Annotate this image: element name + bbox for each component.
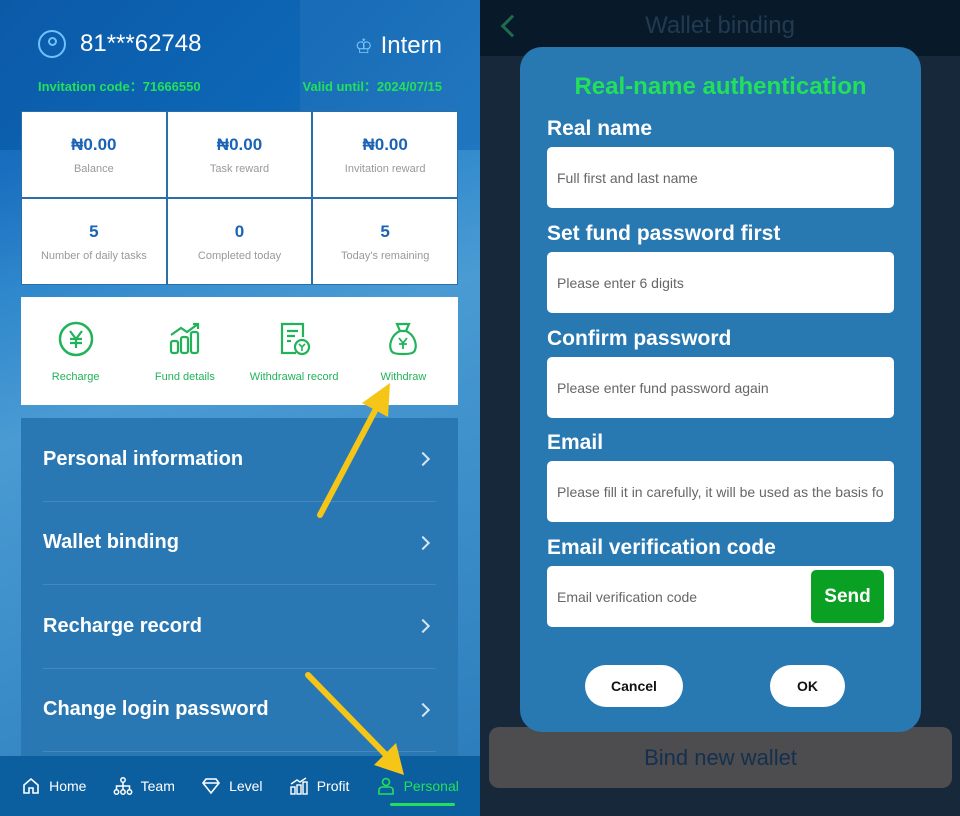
chevron-right-icon (415, 619, 431, 634)
quick-actions: Recharge Fund details Withdrawal record … (21, 297, 458, 405)
email-code-field: Email verification code Email verificati… (547, 536, 894, 627)
crown-icon: ♔ (354, 35, 373, 58)
menu-item-label: Recharge record (43, 614, 202, 637)
stat-label: Today's remaining (341, 249, 430, 262)
personal-screen: 81***62748 ♔ Intern Invitation code：7166… (0, 0, 480, 816)
active-tab-indicator (389, 803, 455, 806)
real-name-field: Real name Full first and last name (547, 117, 894, 208)
stat-daily-tasks: 5 Number of daily tasks (22, 199, 166, 284)
confirm-password-field: Confirm password Please enter fund passw… (547, 327, 894, 418)
person-icon (377, 777, 394, 795)
tab-label: Profit (316, 778, 350, 794)
wallet-binding-screen: Wallet binding Bind new wallet Real-name… (480, 0, 960, 816)
menu-item-personal-information[interactable]: Personal information (43, 418, 436, 502)
level-badge: ♔ Intern (355, 32, 442, 60)
menu-item-label: Change login password (43, 698, 269, 721)
chevron-right-icon (415, 702, 431, 717)
bind-new-wallet-button[interactable]: Bind new wallet (489, 727, 952, 788)
stat-label: Balance (73, 162, 114, 175)
stat-balance: ₦0.00 Balance (22, 112, 166, 197)
email-field: Email Please fill it in carefully, it wi… (547, 431, 894, 522)
user-id: 81***62748 (80, 30, 202, 57)
stat-label: Invitation reward (344, 162, 426, 175)
valid-until: Valid until：2024/07/15 (302, 79, 442, 94)
email-code-input[interactable]: Email verification code (557, 589, 697, 605)
level-name: Intern (380, 32, 442, 59)
field-label: Real name (547, 117, 653, 140)
stat-value: ₦0.00 (216, 134, 263, 154)
real-name-auth-dialog: Real-name authentication Real name Full … (520, 47, 921, 732)
document-yen-icon (281, 322, 311, 356)
menu-item-wallet-binding[interactable]: Wallet binding (43, 502, 436, 585)
field-label: Set fund password first (547, 222, 781, 245)
fund-password-field: Set fund password first Please enter 6 d… (547, 222, 894, 313)
stat-label: Completed today (197, 249, 282, 262)
stat-label: Number of daily tasks (40, 249, 147, 262)
stat-invitation-reward: ₦0.00 Invitation reward (313, 112, 457, 197)
email-code-input-wrapper: Email verification code Send (547, 566, 894, 627)
tab-label: Team (140, 778, 175, 794)
tab-label: Personal (403, 778, 459, 794)
team-icon (113, 777, 133, 795)
tab-label: Home (49, 778, 87, 794)
recharge-button[interactable]: Recharge (26, 319, 126, 383)
stats-grid: ₦0.00 Balance ₦0.00 Task reward ₦0.00 Invit… (21, 111, 458, 285)
chevron-right-icon (415, 452, 431, 467)
fund-details-button[interactable]: Fund details (135, 319, 235, 383)
stat-value: 5 (380, 221, 390, 241)
field-label: Email (547, 431, 604, 454)
tab-profit[interactable]: Profit (289, 756, 350, 816)
yen-circle-icon (58, 321, 93, 357)
page-title: Wallet binding (645, 12, 795, 39)
tab-home[interactable]: Home (21, 756, 86, 816)
menu-item-recharge-record[interactable]: Recharge record (43, 585, 436, 669)
quick-action-label: Recharge (51, 371, 100, 383)
stat-label: Task reward (209, 162, 270, 175)
stat-value: ₦0.00 (71, 134, 117, 154)
ok-button[interactable]: OK (770, 665, 845, 707)
home-icon (23, 777, 39, 794)
stat-remaining: 5 Today's remaining (313, 199, 457, 284)
user-header: 81***62748 (38, 30, 201, 58)
dialog-title: Real-name authentication (574, 73, 867, 100)
cancel-button[interactable]: Cancel (585, 665, 683, 707)
menu-item-label: Wallet binding (43, 531, 179, 554)
invitation-code: Invitation code：71666550 (38, 79, 201, 94)
stat-value: 0 (234, 221, 245, 241)
quick-action-label: Withdraw (380, 371, 427, 383)
confirm-password-input[interactable]: Please enter fund password again (547, 357, 894, 418)
real-name-input[interactable]: Full first and last name (547, 147, 894, 208)
field-label: Email verification code (547, 536, 776, 559)
bar-chart-icon (169, 322, 199, 355)
tab-level[interactable]: Level (201, 756, 263, 816)
stat-completed-today: 0 Completed today (167, 199, 312, 284)
tab-personal[interactable]: Personal (376, 756, 459, 816)
withdrawal-record-button[interactable]: Withdrawal record (244, 319, 344, 383)
settings-menu: Personal information Wallet binding Rech… (21, 418, 458, 758)
menu-item-change-login-password[interactable]: Change login password (43, 669, 436, 752)
quick-action-label: Fund details (154, 371, 215, 383)
stat-value: 5 (89, 221, 99, 241)
withdraw-button[interactable]: Withdraw (353, 319, 453, 383)
chevron-right-icon (415, 535, 431, 550)
tab-team[interactable]: Team (113, 756, 175, 816)
fund-password-input[interactable]: Please enter 6 digits (547, 252, 894, 313)
stat-task-reward: ₦0.00 Task reward (167, 112, 312, 197)
tab-label: Level (229, 778, 263, 794)
user-avatar-icon (38, 30, 66, 58)
field-label: Confirm password (547, 327, 732, 350)
diamond-icon (202, 778, 221, 795)
bottom-tab-bar: Home Team Level Profit Personal (0, 756, 480, 816)
email-input[interactable]: Please fill it in carefully, it will be … (547, 461, 894, 522)
quick-action-label: Withdrawal record (249, 371, 339, 383)
send-code-button[interactable]: Send (811, 570, 884, 623)
profit-icon (290, 777, 308, 795)
stat-value: ₦0.00 (362, 134, 408, 154)
menu-item-label: Personal information (43, 447, 244, 470)
money-bag-icon (389, 322, 418, 356)
